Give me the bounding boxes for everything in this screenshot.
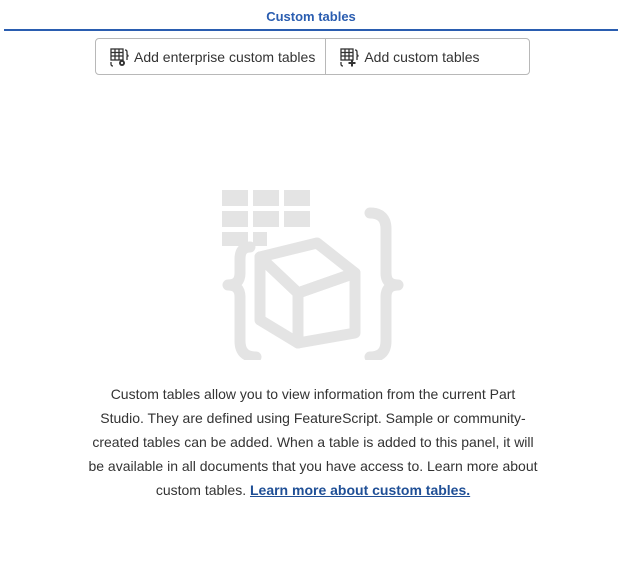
panel-title: Custom tables [266, 9, 356, 24]
add-custom-tables-label: Add custom tables [364, 48, 480, 65]
add-tables-button-group: Add enterprise custom tables Add custom … [95, 38, 530, 75]
add-custom-tables-button[interactable]: Add custom tables [325, 39, 489, 74]
learn-more-link[interactable]: Learn more about custom tables. [250, 482, 470, 498]
add-enterprise-custom-tables-label: Add enterprise custom tables [134, 48, 316, 65]
panel-header: Custom tables [4, 0, 618, 31]
custom-tables-illustration-icon [220, 185, 405, 363]
table-gear-icon [108, 46, 130, 68]
empty-state-description: Custom tables allow you to view informat… [88, 382, 538, 502]
table-plus-icon [338, 46, 360, 68]
add-enterprise-custom-tables-button[interactable]: Add enterprise custom tables [96, 39, 325, 74]
